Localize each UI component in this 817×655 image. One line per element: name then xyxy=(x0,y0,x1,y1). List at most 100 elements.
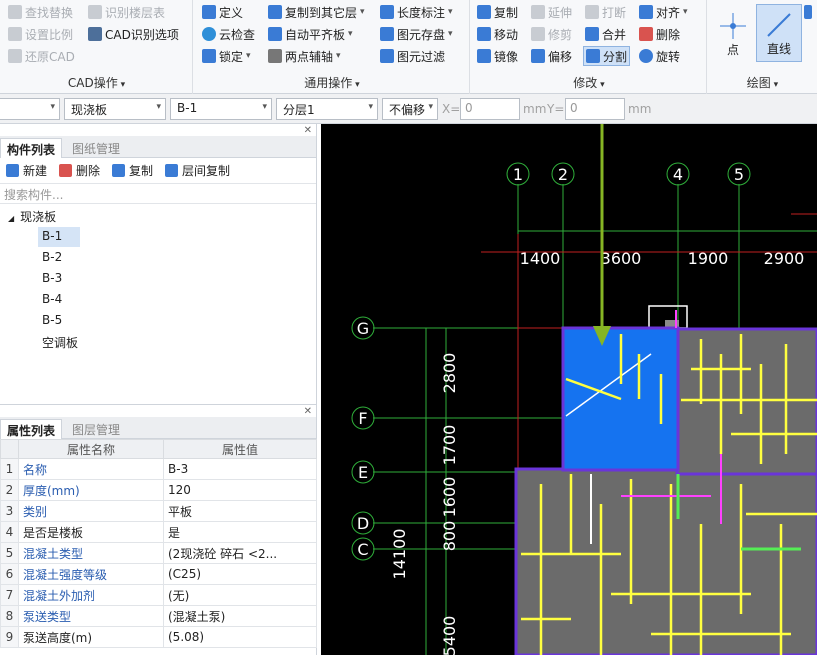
point-button[interactable]: 点 xyxy=(710,4,756,62)
lock-button[interactable]: 锁定 xyxy=(202,46,251,66)
copy-component-button[interactable]: 复制 xyxy=(112,162,153,179)
group-label-draw[interactable]: 绘图 xyxy=(708,74,817,90)
offset-icon xyxy=(531,49,545,63)
copy-to-other-floor-button[interactable]: 复制到其它层 xyxy=(268,2,365,22)
tab-drawing-management[interactable]: 图纸管理 xyxy=(66,138,126,158)
property-value[interactable]: B-3 xyxy=(163,458,317,480)
property-value[interactable]: 120 xyxy=(163,479,317,501)
group-label-common-ops[interactable]: 通用操作 xyxy=(194,74,470,90)
group-label-cad-ops[interactable]: CAD操作 xyxy=(0,74,193,90)
delete-button[interactable]: 删除 xyxy=(639,24,680,44)
find-replace-button[interactable]: 查找替换 xyxy=(8,2,73,22)
copy-button[interactable]: 复制 xyxy=(477,2,518,22)
dimension-text: 1700 xyxy=(440,425,459,466)
close-icon[interactable]: ✕ xyxy=(304,406,312,417)
layer-select[interactable]: 分层1 xyxy=(276,98,378,120)
tab-property-list[interactable]: 属性列表 xyxy=(0,419,63,439)
more-draw-icon[interactable] xyxy=(804,2,816,22)
property-name: 泵送高度(m) xyxy=(18,626,164,648)
offset-button[interactable]: 偏移 xyxy=(531,46,572,66)
align-icon xyxy=(639,5,653,19)
new-button[interactable]: 新建 xyxy=(6,162,47,179)
property-row[interactable]: 5 混凝土类型 (2现浇砼 碎石 <2... xyxy=(0,542,317,564)
auto-flush-slab-button[interactable]: 自动平齐板 xyxy=(268,24,353,44)
close-icon[interactable]: ✕ xyxy=(304,125,312,136)
dimension-icon xyxy=(380,5,394,19)
floor-select[interactable] xyxy=(0,98,60,120)
dimension-text: 1600 xyxy=(440,477,459,518)
component-select[interactable]: B-1 xyxy=(170,98,272,120)
cad-recognize-options-button[interactable]: CAD识别选项 xyxy=(88,24,179,44)
delete-component-button[interactable]: 删除 xyxy=(59,162,100,179)
recognize-floor-table-button[interactable]: 识别楼层表 xyxy=(88,2,165,22)
tab-layer-management[interactable]: 图层管理 xyxy=(66,419,126,439)
property-value[interactable]: 是 xyxy=(163,521,317,543)
ribbon: 查找替换 识别楼层表 设置比例 CAD识别选项 还原CAD CAD操作 定义 复… xyxy=(0,0,817,94)
element-filter-button[interactable]: 图元过滤 xyxy=(380,46,445,66)
property-value[interactable]: (2现浇砼 碎石 <2... xyxy=(163,542,317,564)
property-row[interactable]: 2 厚度(mm) 120 xyxy=(0,479,317,501)
save-element-button[interactable]: 图元存盘 xyxy=(380,24,453,44)
mirror-button[interactable]: 镜像 xyxy=(477,46,518,66)
length-dimension-button[interactable]: 长度标注 xyxy=(380,2,453,22)
tree-item-b3[interactable]: B-3 xyxy=(38,269,66,289)
cad-options-icon xyxy=(88,27,102,41)
rotate-button[interactable]: 旋转 xyxy=(639,46,680,66)
property-row[interactable]: 8 泵送类型 (混凝土泵) xyxy=(0,605,317,627)
break-button[interactable]: 打断 xyxy=(585,2,626,22)
property-row[interactable]: 7 混凝土外加剂 (无) xyxy=(0,584,317,606)
dimension-text: 1900 xyxy=(688,249,729,268)
axis-label: 5 xyxy=(734,165,744,184)
align-button[interactable]: 对齐 xyxy=(639,2,688,22)
property-row[interactable]: 1 名称 B-3 xyxy=(0,458,317,480)
line-icon xyxy=(767,13,791,37)
delete-icon xyxy=(639,27,653,41)
y-input[interactable]: 0 xyxy=(565,98,625,120)
property-tabs: ✕ 属性列表 图层管理 xyxy=(0,406,316,439)
search-input[interactable]: 搜索构件... xyxy=(0,184,316,204)
property-value[interactable]: (C25) xyxy=(163,563,317,585)
component-tree: ◢ 现浇板 B-1 B-2 B-3 B-4 B-5 空调板 xyxy=(0,204,316,404)
cloud-icon xyxy=(202,27,216,41)
drawing-canvas[interactable]: 1 2 4 5 G F E DC 1400 3600 1900 2900 2800 1700 1600 8… xyxy=(321,124,817,655)
group-label-modify[interactable]: 修改 xyxy=(471,74,707,90)
axis-label: 2 xyxy=(558,165,568,184)
tree-item-b4[interactable]: B-4 xyxy=(38,290,66,310)
tree-item-b5[interactable]: B-5 xyxy=(38,311,66,331)
overall-dimension-text: 14100 xyxy=(390,529,409,580)
copy-floor-icon xyxy=(268,5,282,19)
line-button[interactable]: 直线 xyxy=(756,4,802,62)
extend-button[interactable]: 延伸 xyxy=(531,2,572,22)
cloud-check-button[interactable]: 云检查 xyxy=(202,24,255,44)
set-scale-button[interactable]: 设置比例 xyxy=(8,24,73,44)
property-value[interactable]: (混凝土泵) xyxy=(163,605,317,627)
property-value[interactable]: 平板 xyxy=(163,500,317,522)
split-button[interactable]: 分割 xyxy=(583,46,631,66)
dimension-text: 5400 xyxy=(440,616,459,655)
property-value[interactable]: (5.08) xyxy=(163,626,317,648)
group-draw: 点 直线 绘图 xyxy=(708,0,817,94)
merge-button[interactable]: 合并 xyxy=(585,24,626,44)
two-point-axis-button[interactable]: 两点辅轴 xyxy=(268,46,341,66)
move-button[interactable]: 移动 xyxy=(477,24,518,44)
tree-item-b1[interactable]: B-1 xyxy=(38,227,80,247)
property-value[interactable]: (无) xyxy=(163,584,317,606)
tab-component-list[interactable]: 构件列表 xyxy=(0,138,63,158)
trim-button[interactable]: 修剪 xyxy=(531,24,572,44)
dimension-text: 1400 xyxy=(520,249,561,268)
x-input[interactable]: 0 xyxy=(460,98,520,120)
property-row[interactable]: 3 类别 平板 xyxy=(0,500,317,522)
component-type-select[interactable]: 现浇板 xyxy=(64,98,166,120)
restore-cad-button[interactable]: 还原CAD xyxy=(8,46,75,66)
axis-label: D xyxy=(357,514,369,533)
property-row[interactable]: 6 混凝土强度等级 (C25) xyxy=(0,563,317,585)
interfloor-copy-button[interactable]: 层间复制 xyxy=(165,162,230,179)
offset-select[interactable]: 不偏移 xyxy=(382,98,438,120)
property-row[interactable]: 9 泵送高度(m) (5.08) xyxy=(0,626,317,648)
define-button[interactable]: 定义 xyxy=(202,2,243,22)
cad-drawing[interactable]: 1 2 4 5 G F E DC 1400 3600 1900 2900 2800 1700 1600 8… xyxy=(321,124,817,655)
tree-root-cast-slab[interactable]: ◢ 现浇板 xyxy=(4,206,60,226)
tree-item-ac-slab[interactable]: 空调板 xyxy=(38,332,82,352)
property-row[interactable]: 4 是否是楼板是 xyxy=(0,521,317,543)
tree-item-b2[interactable]: B-2 xyxy=(38,248,66,268)
